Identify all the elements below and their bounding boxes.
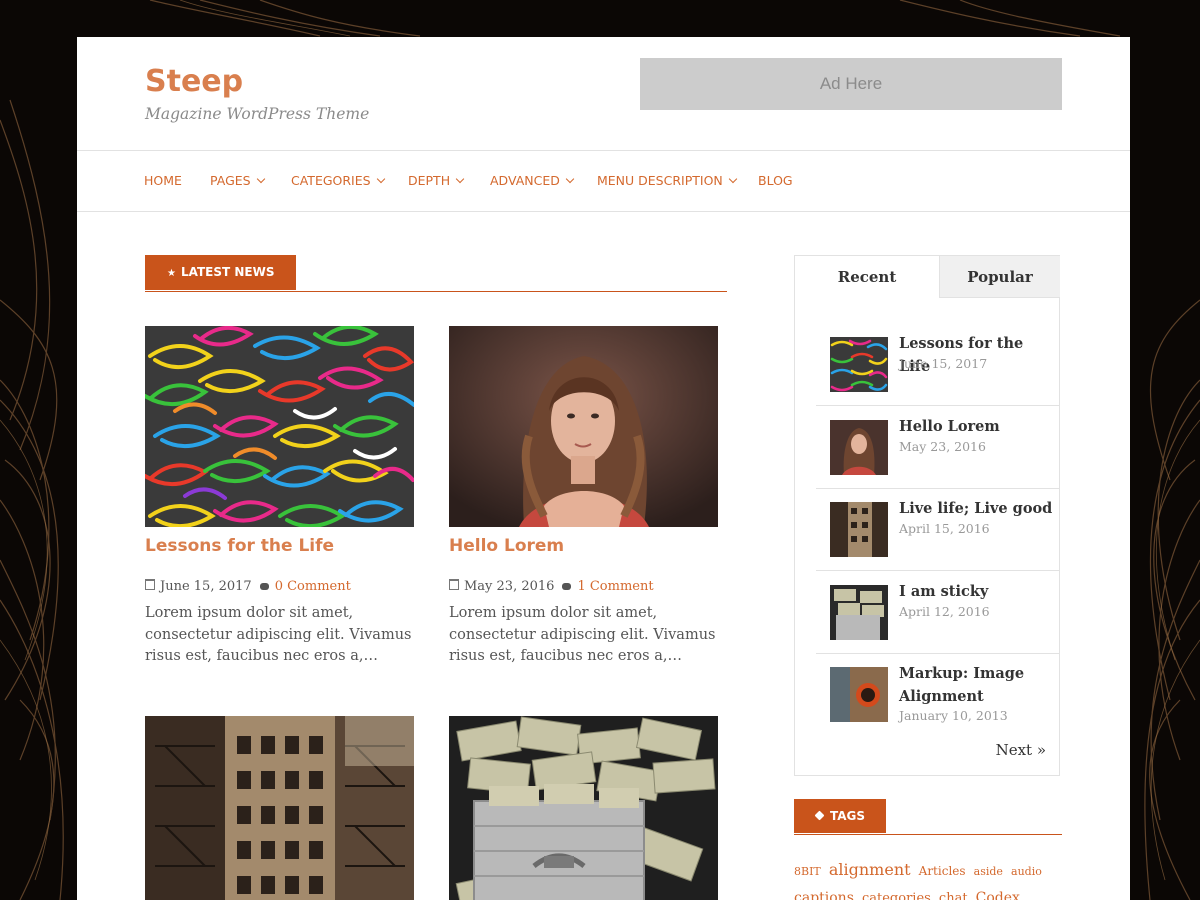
nav-item-pages[interactable]: PAGES (210, 151, 265, 211)
nav-item-home[interactable]: HOME (144, 151, 182, 211)
site-title[interactable]: Steep (145, 62, 243, 102)
post-thumbnail-money[interactable] (449, 716, 718, 900)
site-tagline: Magazine WordPress Theme (145, 105, 370, 123)
recent-popular-widget: Recent Popular Lessons for the Life June… (794, 255, 1060, 776)
post-excerpt: Lorem ipsum dolor sit amet, consectetur … (145, 605, 412, 664)
recent-post-thumbnail[interactable] (830, 420, 888, 475)
nav-item-label: PAGES (210, 173, 251, 188)
recent-post-title[interactable]: Hello Lorem (899, 415, 1059, 438)
star-icon: ★ (167, 268, 176, 279)
nav-item-label: DEPTH (408, 173, 451, 188)
tag-link[interactable]: Codex (976, 890, 1020, 900)
recent-post-item[interactable]: Live life; Live good April 15, 2016 (816, 488, 1060, 571)
latest-news-header: ★ LATEST NEWS (145, 255, 727, 292)
post-thumbnail-portrait[interactable] (449, 326, 718, 527)
recent-post-date: April 12, 2016 (899, 604, 990, 619)
site-header: Steep Magazine WordPress Theme Ad Here (77, 37, 1130, 151)
post-date: May 23, 2016 (464, 579, 555, 594)
post-excerpt: Lorem ipsum dolor sit amet, consectetur … (449, 605, 716, 664)
post-card (449, 716, 718, 900)
ad-banner[interactable]: Ad Here (640, 58, 1062, 110)
post-card (145, 716, 414, 900)
tag-link[interactable]: alignment (829, 860, 911, 879)
post-date: June 15, 2017 (160, 579, 252, 594)
post-card: Hello Lorem May 23, 2016 1 Comment Lorem … (449, 326, 718, 666)
chevron-down-icon (256, 174, 265, 184)
nav-item-advanced[interactable]: ADVANCED (490, 151, 575, 211)
nav-item-label: MENU DESCRIPTION (597, 173, 723, 188)
nav-item-label: HOME (144, 173, 182, 188)
latest-news-title: LATEST NEWS (180, 265, 275, 279)
recent-post-date: June 15, 2017 (899, 356, 988, 371)
nav-item-label: BLOG (758, 173, 793, 188)
tag-link[interactable]: Articles (919, 864, 966, 878)
recent-post-date: January 10, 2013 (899, 708, 1008, 723)
post-comments-link[interactable]: 1 Comment (577, 579, 653, 594)
post-card: Lessons for the Life June 15, 2017 0 Comm… (145, 326, 414, 666)
recent-post-item[interactable]: Hello Lorem May 23, 2016 (816, 406, 1060, 489)
tag-link[interactable]: 8BIT (794, 865, 821, 878)
chevron-down-icon (455, 174, 465, 184)
nav-item-label: CATEGORIES (291, 173, 371, 188)
next-page-link[interactable]: Next » (996, 741, 1046, 759)
nav-item-blog[interactable]: BLOG (758, 151, 793, 211)
recent-post-thumbnail[interactable] (830, 585, 888, 640)
recent-post-item[interactable]: Lessons for the Life June 15, 2017 (816, 323, 1060, 406)
tag-link[interactable]: audio (1011, 865, 1042, 878)
tag-link[interactable]: chat (939, 891, 968, 900)
post-meta: June 15, 2017 0 Comment (145, 579, 351, 594)
nav-item-menu-description[interactable]: MENU DESCRIPTION (597, 151, 738, 211)
tags-title: TAGS (830, 809, 866, 823)
comment-icon (259, 583, 269, 590)
page-container: Steep Magazine WordPress Theme Ad Here H… (77, 37, 1130, 900)
tag-icon (814, 810, 825, 821)
calendar-icon (449, 579, 459, 590)
comment-icon (562, 583, 572, 590)
post-meta: May 23, 2016 1 Comment (449, 579, 654, 594)
nav-item-label: ADVANCED (490, 173, 560, 188)
recent-post-date: April 15, 2016 (899, 521, 990, 536)
tags-tab: TAGS (794, 799, 887, 833)
calendar-icon (145, 579, 155, 590)
recent-post-title[interactable]: Markup: Image Alignment (899, 662, 1059, 708)
chevron-down-icon (376, 174, 385, 184)
tags-header: TAGS (794, 799, 1062, 835)
recent-post-title[interactable]: Live life; Live good (899, 497, 1059, 520)
nav-item-categories[interactable]: CATEGORIES (291, 151, 385, 211)
tab-popular[interactable]: Popular (939, 256, 1060, 298)
tag-link[interactable]: aside (974, 865, 1003, 878)
post-title[interactable]: Lessons for the Life (145, 536, 334, 556)
tag-link[interactable]: categories (862, 891, 931, 900)
main-navigation: HOME PAGES CATEGORIES DEPTH ADVANCED MEN… (77, 151, 1130, 212)
tag-cloud: 8BIT alignment Articles aside audio capt… (794, 857, 1062, 900)
nav-item-depth[interactable]: DEPTH (408, 151, 465, 211)
chevron-down-icon (565, 174, 575, 184)
post-title[interactable]: Hello Lorem (449, 536, 564, 556)
latest-news-tab: ★ LATEST NEWS (145, 255, 297, 290)
recent-post-thumbnail[interactable] (830, 502, 888, 557)
post-comments-link[interactable]: 0 Comment (275, 579, 351, 594)
recent-post-item[interactable]: Markup: Image Alignment January 10, 2013 (816, 653, 1060, 739)
recent-post-thumbnail[interactable] (830, 337, 888, 392)
recent-post-item[interactable]: I am sticky April 12, 2016 (816, 571, 1060, 654)
recent-post-title[interactable]: Lessons for the Life (899, 332, 1059, 378)
tab-recent[interactable]: Recent (795, 256, 939, 298)
recent-post-thumbnail[interactable] (830, 667, 888, 722)
recent-post-title[interactable]: I am sticky (899, 580, 1059, 603)
tag-link[interactable]: captions (794, 890, 854, 900)
post-thumbnail-buildings[interactable] (145, 716, 414, 900)
chevron-down-icon (728, 174, 738, 184)
recent-post-date: May 23, 2016 (899, 439, 986, 454)
post-thumbnail-paperclips[interactable] (145, 326, 414, 527)
